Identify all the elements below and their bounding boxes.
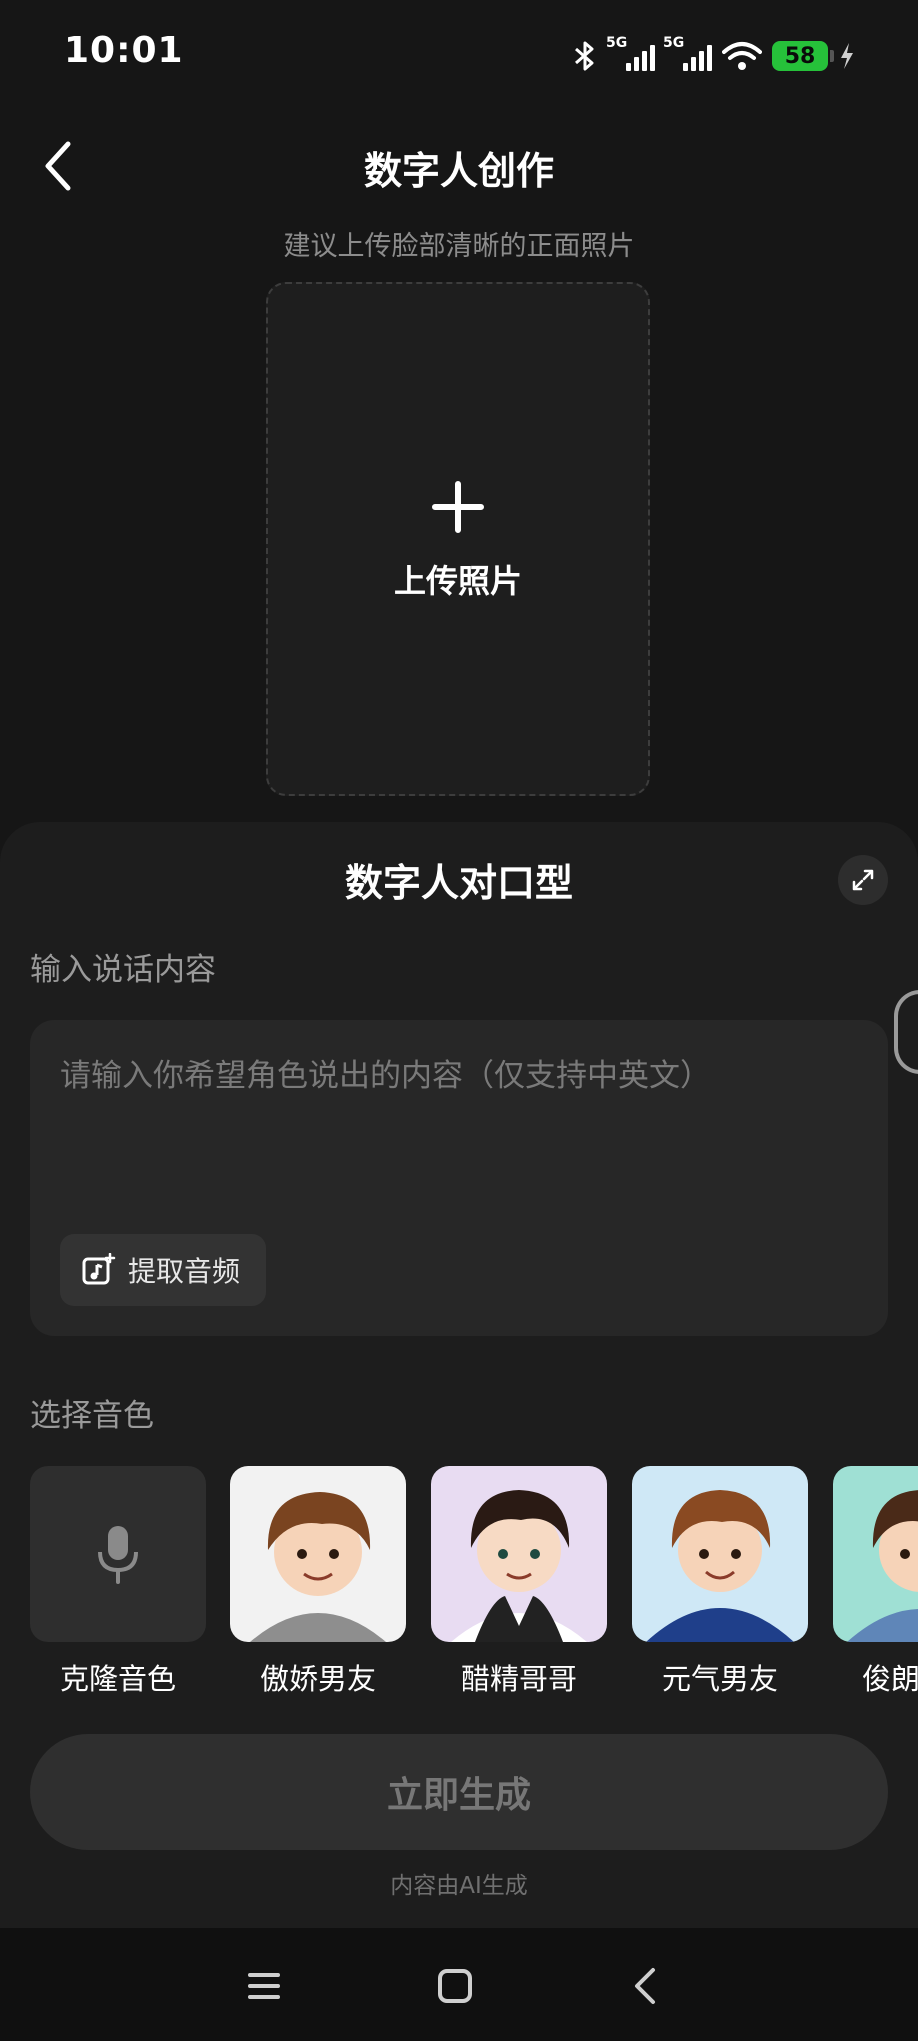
plus-icon	[268, 480, 648, 534]
avatar	[230, 1466, 406, 1642]
extract-audio-button[interactable]: 提取音频	[60, 1234, 266, 1306]
page-title: 数字人创作	[363, 149, 554, 193]
voice-label-1: 傲娇男友	[259, 1662, 376, 1696]
avatar	[632, 1466, 808, 1642]
voice-label-4: 俊朗	[862, 1662, 918, 1696]
ai-note: 内容由AI生成	[390, 1873, 528, 1899]
voice-avatar-1[interactable]	[230, 1466, 406, 1642]
status-time: 10:01	[64, 30, 184, 71]
upload-photo-button[interactable]: 上传照片	[266, 282, 650, 796]
signal-icon: 5G	[663, 35, 712, 71]
menu-icon[interactable]	[234, 1956, 294, 2016]
content-label: 输入说话内容	[30, 952, 216, 988]
input-placeholder: 请输入你希望角色说出的内容（仅支持中英文）	[60, 1058, 711, 1094]
voice-label-3: 元气男友	[661, 1662, 778, 1696]
upload-label: 上传照片	[393, 562, 522, 600]
voice-avatar-3[interactable]	[632, 1466, 808, 1642]
voice-avatar-4[interactable]	[833, 1466, 918, 1642]
panel-title: 数字人对口型	[344, 861, 573, 905]
status-icons: 5G 5G 58	[572, 35, 856, 76]
back-icon[interactable]	[617, 1956, 677, 2016]
voice-label-clone: 克隆音色	[59, 1662, 176, 1696]
signal-icon: 5G	[606, 35, 655, 71]
upload-hint: 建议上传脸部清晰的正面照片	[283, 231, 635, 262]
side-handle[interactable]	[894, 990, 918, 1074]
battery-icon: 58	[772, 41, 834, 71]
generate-button[interactable]: 立即生成	[30, 1734, 888, 1850]
voice-avatar-2[interactable]	[431, 1466, 607, 1642]
avatar	[431, 1466, 607, 1642]
wifi-icon	[722, 42, 762, 70]
music-add-icon	[82, 1253, 116, 1285]
bluetooth-icon	[575, 41, 594, 71]
extract-audio-label: 提取音频	[128, 1255, 241, 1288]
voice-clone[interactable]	[30, 1466, 206, 1642]
home-icon[interactable]	[425, 1956, 485, 2016]
avatar	[833, 1466, 918, 1642]
expand-button[interactable]	[838, 855, 888, 905]
voice-label-2: 醋精哥哥	[460, 1662, 577, 1696]
voice-label: 选择音色	[30, 1398, 154, 1434]
expand-icon	[852, 869, 874, 891]
charging-icon	[841, 43, 853, 69]
microphone-icon	[98, 1526, 138, 1584]
